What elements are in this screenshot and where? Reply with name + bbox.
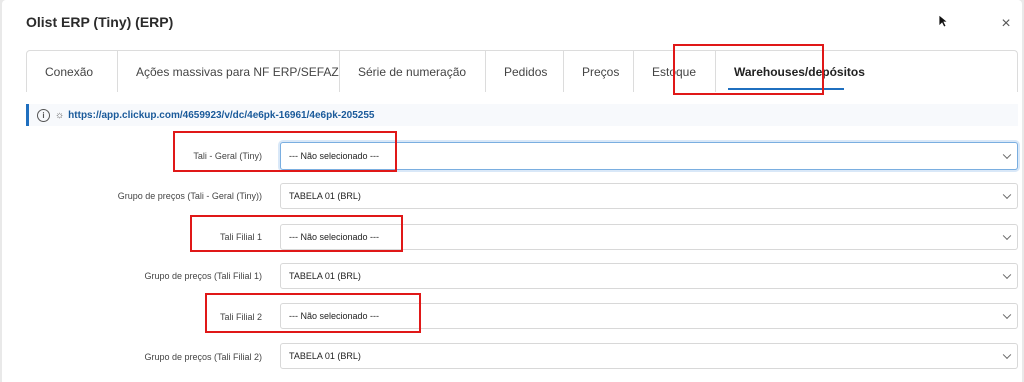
tab-conexao[interactable]: Conexão (27, 51, 118, 92)
info-icon: i (37, 108, 50, 122)
bug-icon: ☼ (55, 109, 65, 121)
select-value: TABELA 01 (BRL) (289, 271, 361, 281)
tab-precos[interactable]: Preços (564, 51, 634, 92)
select-preco-tali-filial-1[interactable]: TABELA 01 (BRL) (280, 263, 1018, 289)
select-preco-tali-filial-2[interactable]: TABELA 01 (BRL) (280, 343, 1018, 369)
tab-bar: Conexão Ações massivas para NF ERP/SEFAZ… (26, 50, 1018, 92)
select-value: --- Não selecionado --- (289, 151, 380, 161)
chevron-down-icon (1002, 270, 1012, 280)
select-value: --- Não selecionado --- (289, 311, 380, 321)
field-label-tali-filial-1: Tali Filial 1 (219, 232, 262, 242)
field-label-tali-geral: Tali - Geral (Tiny) (193, 151, 262, 161)
field-label-preco-tali-filial-1: Grupo de preços (Tali Filial 1) (144, 271, 262, 281)
tab-pedidos[interactable]: Pedidos (486, 51, 564, 92)
tab-acoes-massivas[interactable]: Ações massivas para NF ERP/SEFAZ (118, 51, 340, 92)
close-icon[interactable]: × (998, 16, 1014, 32)
tab-estoque[interactable]: Estoque (634, 51, 716, 92)
select-tali-geral[interactable]: --- Não selecionado --- (280, 142, 1018, 170)
documentation-link[interactable]: https://app.clickup.com/4659923/v/dc/4e6… (68, 110, 374, 121)
tab-warehouses[interactable]: Warehouses/depósitos (716, 51, 865, 92)
chevron-down-icon (1002, 310, 1012, 320)
select-value: TABELA 01 (BRL) (289, 191, 361, 201)
select-preco-tali-geral[interactable]: TABELA 01 (BRL) (280, 183, 1018, 209)
tab-serie-numeracao[interactable]: Série de numeração (340, 51, 486, 92)
select-value: --- Não selecionado --- (289, 232, 380, 242)
select-value: TABELA 01 (BRL) (289, 351, 361, 361)
chevron-down-icon (1002, 231, 1012, 241)
field-label-preco-tali-geral: Grupo de preços (Tali - Geral (Tiny)) (117, 191, 262, 201)
modal-title: Olist ERP (Tiny) (ERP) (26, 14, 174, 30)
select-tali-filial-2[interactable]: --- Não selecionado --- (280, 303, 1018, 329)
chevron-down-icon (1002, 190, 1012, 200)
chevron-down-icon (1002, 350, 1012, 360)
select-tali-filial-1[interactable]: --- Não selecionado --- (280, 224, 1018, 250)
field-label-preco-tali-filial-2: Grupo de preços (Tali Filial 2) (144, 352, 262, 362)
mouse-cursor-icon (938, 14, 948, 28)
chevron-down-icon (1002, 150, 1012, 160)
integration-modal: Olist ERP (Tiny) (ERP) × Conexão Ações m… (2, 0, 1022, 382)
field-label-tali-filial-2: Tali Filial 2 (219, 312, 262, 322)
info-banner: i ☼ https://app.clickup.com/4659923/v/dc… (26, 104, 1018, 126)
